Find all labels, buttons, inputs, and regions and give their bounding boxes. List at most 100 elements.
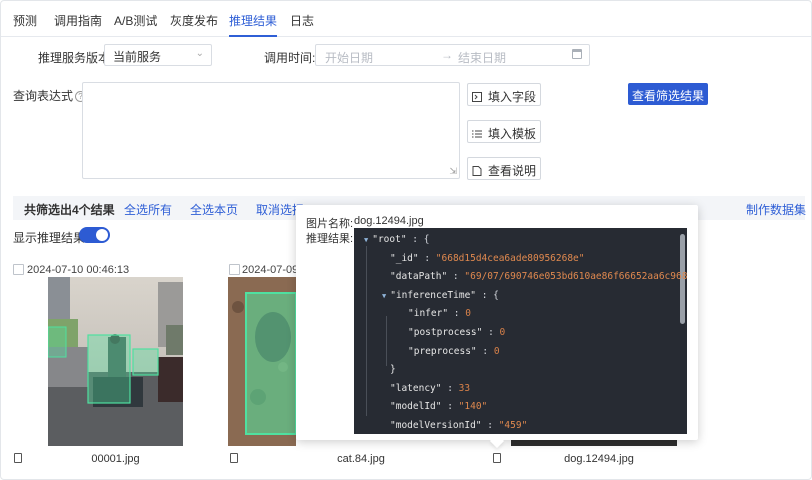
json-key: "modelVersionId" xyxy=(390,420,482,431)
card-filename: 00001.jpg xyxy=(91,453,140,465)
toggle-knob xyxy=(96,229,108,241)
card-checkbox[interactable] xyxy=(229,264,240,275)
json-line: "latency" : 33 xyxy=(390,383,470,394)
card-image-cat[interactable] xyxy=(228,277,296,446)
tab-gray-release[interactable]: 灰度发布 xyxy=(170,12,218,37)
json-separator: : xyxy=(441,401,459,413)
street-photo xyxy=(48,277,183,446)
json-separator: : xyxy=(482,327,500,338)
image-name-label: 图片名称: xyxy=(306,218,354,230)
json-key: } xyxy=(390,364,396,376)
fill-template-button[interactable]: 填入模板 xyxy=(467,120,541,143)
document-icon xyxy=(472,166,482,176)
json-value: 33 xyxy=(458,382,471,394)
file-icon xyxy=(14,453,22,463)
indent-guide xyxy=(366,246,367,416)
json-separator: : xyxy=(481,420,499,431)
show-result-toggle[interactable] xyxy=(79,227,110,243)
card-filename: dog.12494.jpg xyxy=(564,453,634,465)
card-image-street[interactable] xyxy=(48,277,183,446)
select-all-link[interactable]: 全选所有 xyxy=(124,201,172,218)
inference-result-label: 推理结果: xyxy=(306,233,354,245)
json-key: "postprocess" xyxy=(408,327,483,338)
json-key: "infer" xyxy=(408,308,449,320)
service-version-value: 当前服务 xyxy=(113,50,162,64)
app-frame: 预测 调用指南 A/B测试 灰度发布 推理结果 日志 推理服务版本: 当前服务 … xyxy=(0,0,812,480)
chevron-down-icon: ⌄ xyxy=(195,48,204,59)
json-line: ▼ "inferenceTime" : { xyxy=(382,290,499,301)
tab-bar: 预测 调用指南 A/B测试 灰度发布 推理结果 日志 xyxy=(1,1,811,37)
query-expression-label: 查询表达式? xyxy=(13,87,87,104)
json-value: 0 xyxy=(499,327,506,338)
json-value: 0 xyxy=(465,308,471,320)
list-icon xyxy=(471,130,482,138)
json-separator: : xyxy=(448,308,466,320)
json-viewer[interactable]: ▼ "root" : { "_id" : "668d15d4cea6ade80956… xyxy=(354,228,687,434)
image-name-value: dog.12494.jpg xyxy=(354,215,424,227)
cat-photo xyxy=(228,277,296,446)
json-line: "_id" : "668d15d4cea6ade80956268e" xyxy=(390,253,585,264)
file-icon xyxy=(230,453,238,463)
json-value: "69/07/690746e053bd610ae86f66652aa6c968.… xyxy=(464,271,687,283)
start-date-input[interactable]: 开始日期 xyxy=(325,49,373,66)
tab-call-guide[interactable]: 调用指南 xyxy=(54,12,102,37)
resize-handle-icon[interactable]: ⇲ xyxy=(449,166,457,177)
query-expression-text: 查询表达式 xyxy=(13,89,74,103)
tab-log[interactable]: 日志 xyxy=(290,12,314,37)
make-dataset-link[interactable]: 制作数据集 xyxy=(746,201,806,218)
json-line: } xyxy=(390,364,396,375)
query-results-button[interactable]: 查看筛选结果 xyxy=(628,83,708,105)
json-line: "modelId" : "140" xyxy=(390,401,487,412)
popup-pointer xyxy=(489,433,505,449)
json-value: "668d15d4cea6ade80956268e" xyxy=(435,252,585,264)
json-line: "modelVersionId" : "459" xyxy=(390,420,527,431)
tab-ab-test[interactable]: A/B测试 xyxy=(114,12,157,37)
fill-field-button[interactable]: 填入字段 xyxy=(467,83,541,106)
inference-result-popup: 图片名称: dog.12494.jpg 推理结果: ▼ "root" : { "_i… xyxy=(296,205,698,449)
json-key: "inferenceTime" xyxy=(390,289,477,301)
card-timestamp: 2024-07-10 00:46:13 xyxy=(27,264,130,276)
json-line: "preprocess" : 0 xyxy=(408,346,500,357)
view-help-label: 查看说明 xyxy=(487,164,536,178)
json-line: "dataPath" : "69/07/690746e053bd610ae86f… xyxy=(390,271,687,282)
card-filename: cat.84.jpg xyxy=(337,453,385,465)
field-icon xyxy=(471,92,482,102)
calendar-icon xyxy=(572,49,582,59)
json-key: "root" xyxy=(372,234,407,245)
query-expression-textarea[interactable]: ⇲ xyxy=(82,82,460,179)
json-separator: : { xyxy=(406,234,430,245)
show-result-label: 显示推理结果: xyxy=(13,231,89,245)
tab-inference-results[interactable]: 推理结果 xyxy=(229,12,278,37)
json-separator: : xyxy=(447,271,465,283)
json-key: "latency" xyxy=(390,382,442,394)
fill-field-label: 填入字段 xyxy=(487,90,536,104)
result-count: 共筛选出4个结果 xyxy=(24,203,115,217)
view-help-button[interactable]: 查看说明 xyxy=(467,157,541,180)
json-line: ▼ "root" : { xyxy=(364,234,429,245)
json-separator: : xyxy=(418,252,436,264)
end-date-input[interactable]: 结束日期 xyxy=(458,49,506,66)
indent-guide xyxy=(386,316,387,366)
json-value: "140" xyxy=(458,401,488,413)
card-image-dog[interactable] xyxy=(511,440,677,446)
date-range-picker[interactable]: 开始日期 → 结束日期 xyxy=(315,44,590,66)
json-line: "postprocess" : 0 xyxy=(408,327,505,338)
service-version-label: 推理服务版本: xyxy=(38,51,114,65)
json-line: "infer" : 0 xyxy=(408,308,471,319)
collapse-triangle-icon[interactable]: ▼ xyxy=(382,292,386,300)
file-icon xyxy=(493,453,501,463)
select-page-link[interactable]: 全选本页 xyxy=(190,201,238,218)
fill-template-label: 填入模板 xyxy=(487,127,536,141)
service-version-select[interactable]: 当前服务 ⌄ xyxy=(104,44,212,66)
json-separator: : { xyxy=(476,289,499,301)
json-key: "modelId" xyxy=(390,401,442,413)
json-key: "preprocess" xyxy=(408,345,477,357)
json-separator: : xyxy=(441,382,459,394)
json-value: 0 xyxy=(493,345,500,357)
json-key: "dataPath" xyxy=(390,271,448,283)
collapse-triangle-icon[interactable]: ▼ xyxy=(364,236,368,244)
json-value: "459" xyxy=(498,420,528,431)
tab-predict[interactable]: 预测 xyxy=(13,12,37,37)
arrow-right-icon: → xyxy=(441,48,453,62)
card-checkbox[interactable] xyxy=(13,264,24,275)
